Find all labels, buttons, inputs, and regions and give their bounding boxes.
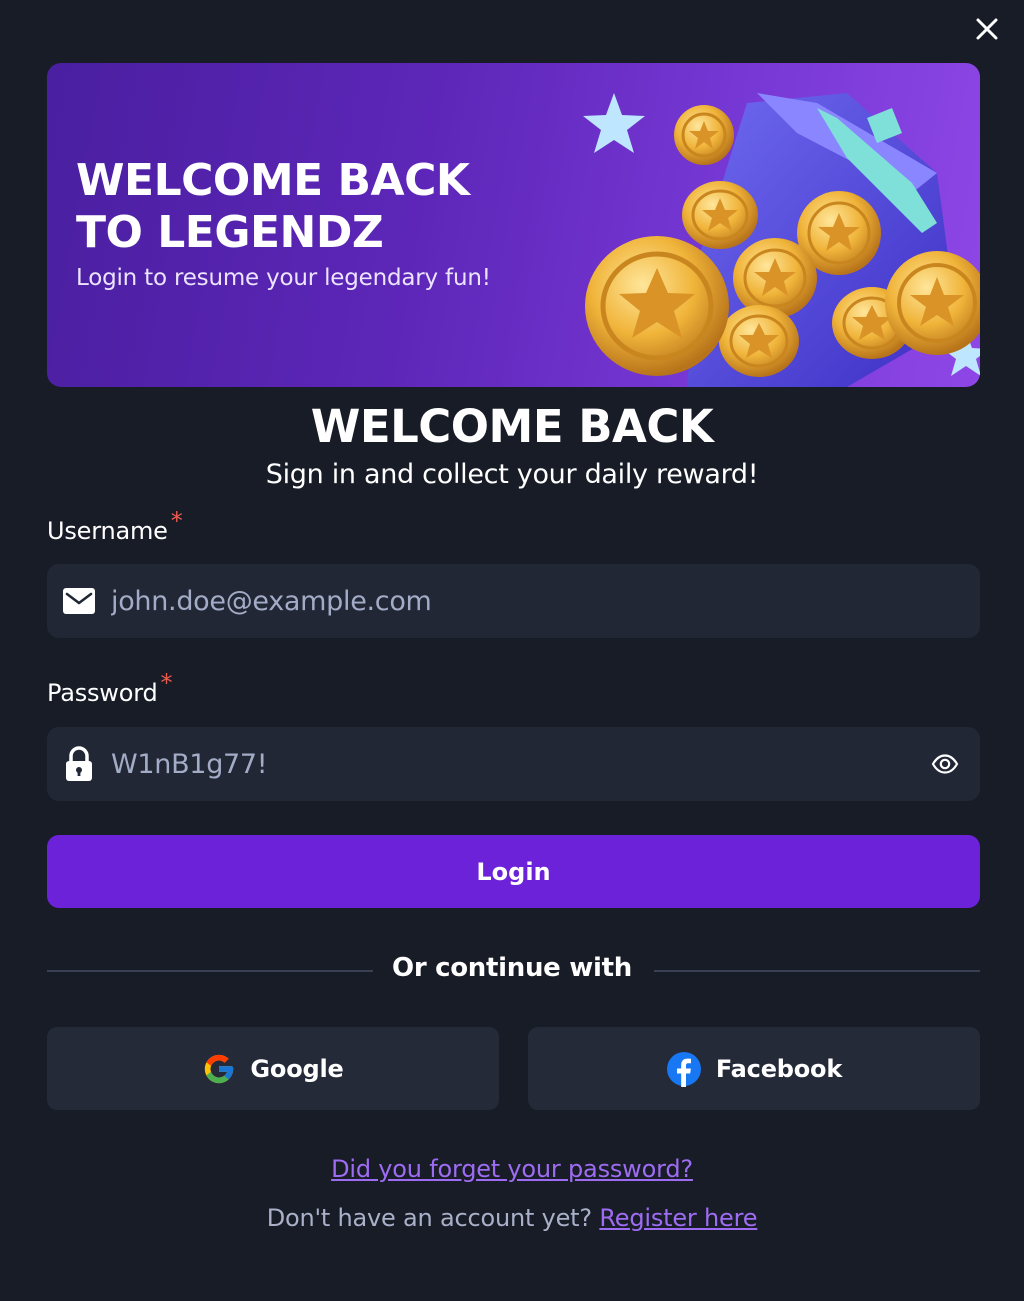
username-input[interactable]	[111, 585, 980, 617]
username-label: Username *	[47, 507, 183, 545]
close-button[interactable]	[970, 12, 1004, 46]
divider-line-right	[654, 970, 980, 972]
close-icon	[976, 18, 998, 40]
login-button[interactable]: Login	[47, 835, 980, 908]
register-row: Don't have an account yet? Register here	[0, 1204, 1024, 1232]
google-icon	[205, 1054, 234, 1083]
required-mark: *	[160, 669, 173, 697]
password-input[interactable]	[111, 748, 910, 780]
page-subtitle: Sign in and collect your daily reward!	[265, 459, 759, 490]
required-mark: *	[170, 507, 183, 535]
google-login-button[interactable]: Google	[47, 1027, 499, 1110]
register-link[interactable]: Register here	[599, 1204, 757, 1232]
mail-icon	[47, 587, 111, 615]
banner-title: WELCOME BACK TO LEGENDZ	[76, 155, 470, 258]
google-label: Google	[250, 1054, 344, 1083]
facebook-login-button[interactable]: Facebook	[528, 1027, 980, 1110]
password-field[interactable]	[47, 727, 980, 801]
forgot-password-link[interactable]: Did you forget your password?	[331, 1155, 693, 1183]
forgot-password-row: Did you forget your password?	[0, 1155, 1024, 1183]
facebook-icon	[666, 1051, 701, 1087]
register-prompt: Don't have an account yet?	[266, 1204, 592, 1232]
username-field[interactable]	[47, 564, 980, 638]
divider-text: Or continue with	[392, 953, 632, 983]
show-password-toggle[interactable]	[910, 754, 980, 774]
page-title: WELCOME BACK	[310, 400, 714, 453]
password-label-text: Password	[47, 679, 158, 707]
banner-subtitle: Login to resume your legendary fun!	[76, 265, 491, 291]
password-label: Password *	[47, 669, 173, 707]
lock-icon	[47, 746, 111, 782]
username-label-text: Username	[47, 517, 168, 545]
treasure-coins-illustration	[583, 93, 980, 387]
facebook-label: Facebook	[715, 1054, 843, 1083]
welcome-banner: WELCOME BACK TO LEGENDZ Login to resume …	[47, 63, 980, 387]
eye-icon	[931, 754, 959, 774]
